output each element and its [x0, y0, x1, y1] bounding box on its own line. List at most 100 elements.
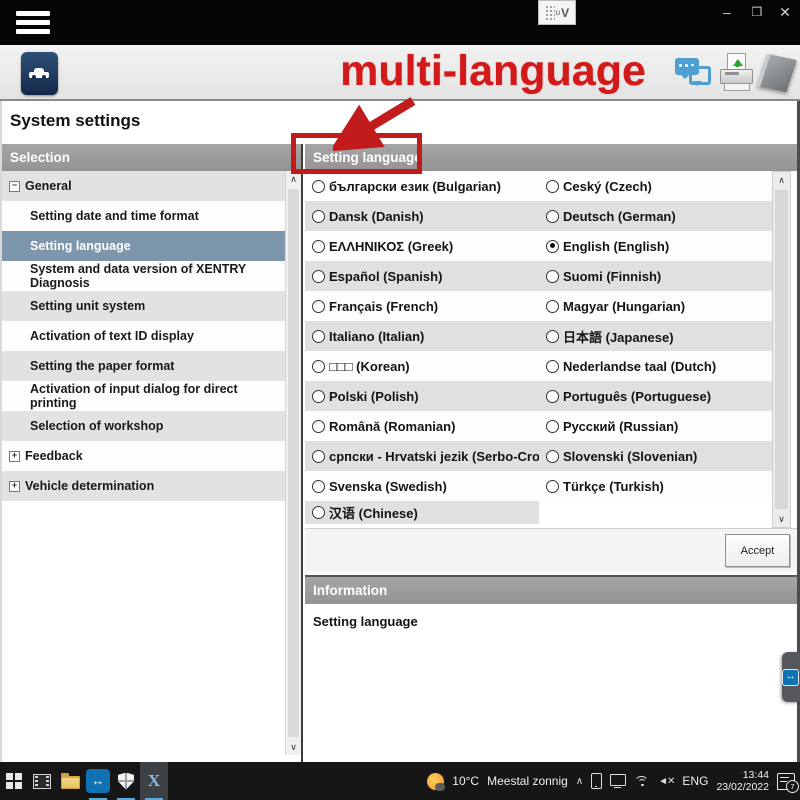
radio-icon[interactable] [546, 209, 559, 223]
radio-icon[interactable] [546, 419, 559, 433]
language-option-slovenski-slovenian[interactable]: Slovenski (Slovenian) [539, 441, 773, 471]
maximize-button[interactable]: ❒ [746, 2, 768, 22]
language-option-magyar-hungarian[interactable]: Magyar (Hungarian) [539, 291, 773, 321]
radio-icon[interactable] [312, 449, 325, 463]
weather-temp[interactable]: 10°C [452, 774, 479, 788]
tree-item-activation-of-input-dialog-for-direct-pr[interactable]: Activation of input dialog for direct pr… [2, 381, 286, 411]
teamviewer-side-tab[interactable]: ↔ [782, 652, 800, 702]
tree-item-selection-of-workshop[interactable]: Selection of workshop [2, 411, 286, 441]
language-option-fran-ais-french[interactable]: Français (French) [305, 291, 539, 321]
radio-icon[interactable] [312, 269, 325, 283]
radio-icon[interactable] [312, 209, 325, 223]
selection-scrollbar[interactable]: ∧ ∨ [285, 171, 301, 755]
radio-icon[interactable] [312, 299, 325, 313]
radio-icon[interactable] [312, 239, 325, 253]
radio-icon[interactable] [312, 389, 325, 403]
menu-icon[interactable] [16, 11, 50, 35]
language-option-greek[interactable]: ΕΛΛΗΝΙΚΟΣ (Greek) [305, 231, 539, 261]
radio-icon[interactable] [312, 359, 325, 373]
vehicle-icon[interactable] [21, 52, 58, 95]
expand-icon[interactable]: + [9, 450, 20, 462]
language-option-svenska-swedish[interactable]: Svenska (Swedish) [305, 471, 539, 501]
language-option-deutsch-german[interactable]: Deutsch (German) [539, 201, 773, 231]
language-option-italiano-italian[interactable]: Italiano (Italian) [305, 321, 539, 351]
language-option-nederlandse-taal-dutch[interactable]: Nederlandse taal (Dutch) [539, 351, 773, 381]
tree-item-feedback[interactable]: + Feedback [2, 441, 286, 471]
tree-item-setting-language[interactable]: Setting language [2, 231, 286, 261]
language-option-english-english[interactable]: English (English) [539, 231, 773, 261]
tree-item-setting-the-paper-format[interactable]: Setting the paper format [2, 351, 286, 381]
print-export-icon[interactable] [719, 53, 753, 93]
scrollbar-thumb[interactable] [288, 189, 299, 737]
radio-icon[interactable] [546, 329, 559, 343]
collapse-icon[interactable]: − [9, 180, 20, 192]
language-option-japanese[interactable]: 日本語 (Japanese) [539, 321, 773, 351]
accept-button[interactable]: Accept [725, 534, 790, 567]
manual-book-icon[interactable] [756, 53, 797, 93]
language-option-t-rk-e-turkish[interactable]: Türkçe (Turkish) [539, 471, 773, 501]
phone-icon[interactable] [591, 773, 603, 789]
language-option-polski-polish[interactable]: Polski (Polish) [305, 381, 539, 411]
radio-selected-icon[interactable] [546, 239, 559, 253]
task-view-button[interactable] [28, 762, 56, 800]
radio-icon[interactable] [546, 479, 559, 493]
language-scrollbar[interactable]: ∧ ∨ [772, 171, 791, 528]
radio-icon[interactable] [312, 179, 325, 193]
language-option-espa-ol-spanish[interactable]: Español (Spanish) [305, 261, 539, 291]
language-option-dansk-danish[interactable]: Dansk (Danish) [305, 201, 539, 231]
language-option-hrvatski-jezik-serbo-croatian[interactable]: српски - Hrvatski jezik (Serbo-Croatian) [305, 441, 575, 471]
language-option-cesk-czech[interactable]: Ceský (Czech) [539, 171, 773, 201]
language-row: Italiano (Italian) 日本語 (Japanese) [305, 321, 773, 351]
weather-icon[interactable] [427, 772, 446, 791]
scroll-down-icon[interactable]: ∨ [286, 739, 301, 755]
tree-item-system-and-data-version-of-xentry-diagno[interactable]: System and data version of XENTRY Diagno… [2, 261, 286, 291]
language-label: Türkçe (Turkish) [563, 478, 664, 494]
language-option-russian[interactable]: Русский (Russian) [539, 411, 773, 441]
tree-item-setting-unit-system[interactable]: Setting unit system [2, 291, 286, 321]
start-button[interactable] [0, 762, 28, 800]
tree-item-general[interactable]: − General [2, 171, 286, 201]
expand-icon[interactable]: + [9, 480, 20, 492]
language-label: Português (Portuguese) [563, 388, 712, 404]
tree-item-vehicle-determination[interactable]: + Vehicle determination [2, 471, 286, 501]
language-option-suomi-finnish[interactable]: Suomi (Finnish) [539, 261, 773, 291]
radio-icon[interactable] [312, 479, 325, 493]
radio-icon[interactable] [546, 359, 559, 373]
file-explorer-button[interactable] [56, 762, 84, 800]
radio-icon[interactable] [546, 179, 559, 193]
tree-item-setting-date-and-time-format[interactable]: Setting date and time format [2, 201, 286, 231]
minimize-button[interactable]: – [716, 2, 738, 22]
scrollbar-thumb[interactable] [775, 190, 788, 509]
clock[interactable]: 13:44 23/02/2022 [716, 769, 769, 793]
defender-taskbar-button[interactable] [112, 762, 140, 800]
radio-icon[interactable] [546, 389, 559, 403]
radio-icon[interactable] [546, 269, 559, 283]
weather-description[interactable]: Meestal zonnig [487, 774, 568, 788]
language-option-portugu-s-portuguese[interactable]: Português (Portuguese) [539, 381, 773, 411]
teamviewer-taskbar-button[interactable]: ↔ [84, 762, 112, 800]
language-option-bulgarian[interactable]: български език (Bulgarian) [305, 171, 539, 201]
messages-icon[interactable] [675, 54, 711, 92]
language-indicator[interactable]: ENG [682, 774, 708, 788]
language-option-rom-n-romanian[interactable]: Română (Romanian) [305, 411, 539, 441]
language-option-empty [539, 501, 773, 524]
radio-icon[interactable] [312, 419, 325, 433]
close-button[interactable]: ✕ [774, 2, 796, 22]
network-icon[interactable] [634, 775, 650, 787]
display-icon[interactable] [610, 774, 627, 788]
volume-muted-icon[interactable]: ◄✕ [658, 776, 675, 787]
language-option-chinese[interactable]: 汉语 (Chinese) [305, 501, 539, 524]
language-option-korean[interactable]: □□□ (Korean) [305, 351, 539, 381]
radio-icon[interactable] [546, 299, 559, 313]
radio-icon[interactable] [312, 506, 325, 519]
input-method-icon[interactable]: υ V [538, 0, 576, 25]
ime-grid-icon [544, 4, 555, 21]
notification-center-icon[interactable]: 7 [777, 772, 799, 793]
scroll-down-icon[interactable]: ∨ [773, 511, 790, 527]
scroll-up-icon[interactable]: ∧ [773, 172, 790, 188]
xentry-taskbar-button[interactable]: X [140, 762, 168, 800]
radio-icon[interactable] [546, 449, 559, 463]
radio-icon[interactable] [312, 329, 325, 343]
hidden-icons-chevron[interactable]: ∧ [576, 776, 583, 787]
tree-item-activation-of-text-id-display[interactable]: Activation of text ID display [2, 321, 286, 351]
